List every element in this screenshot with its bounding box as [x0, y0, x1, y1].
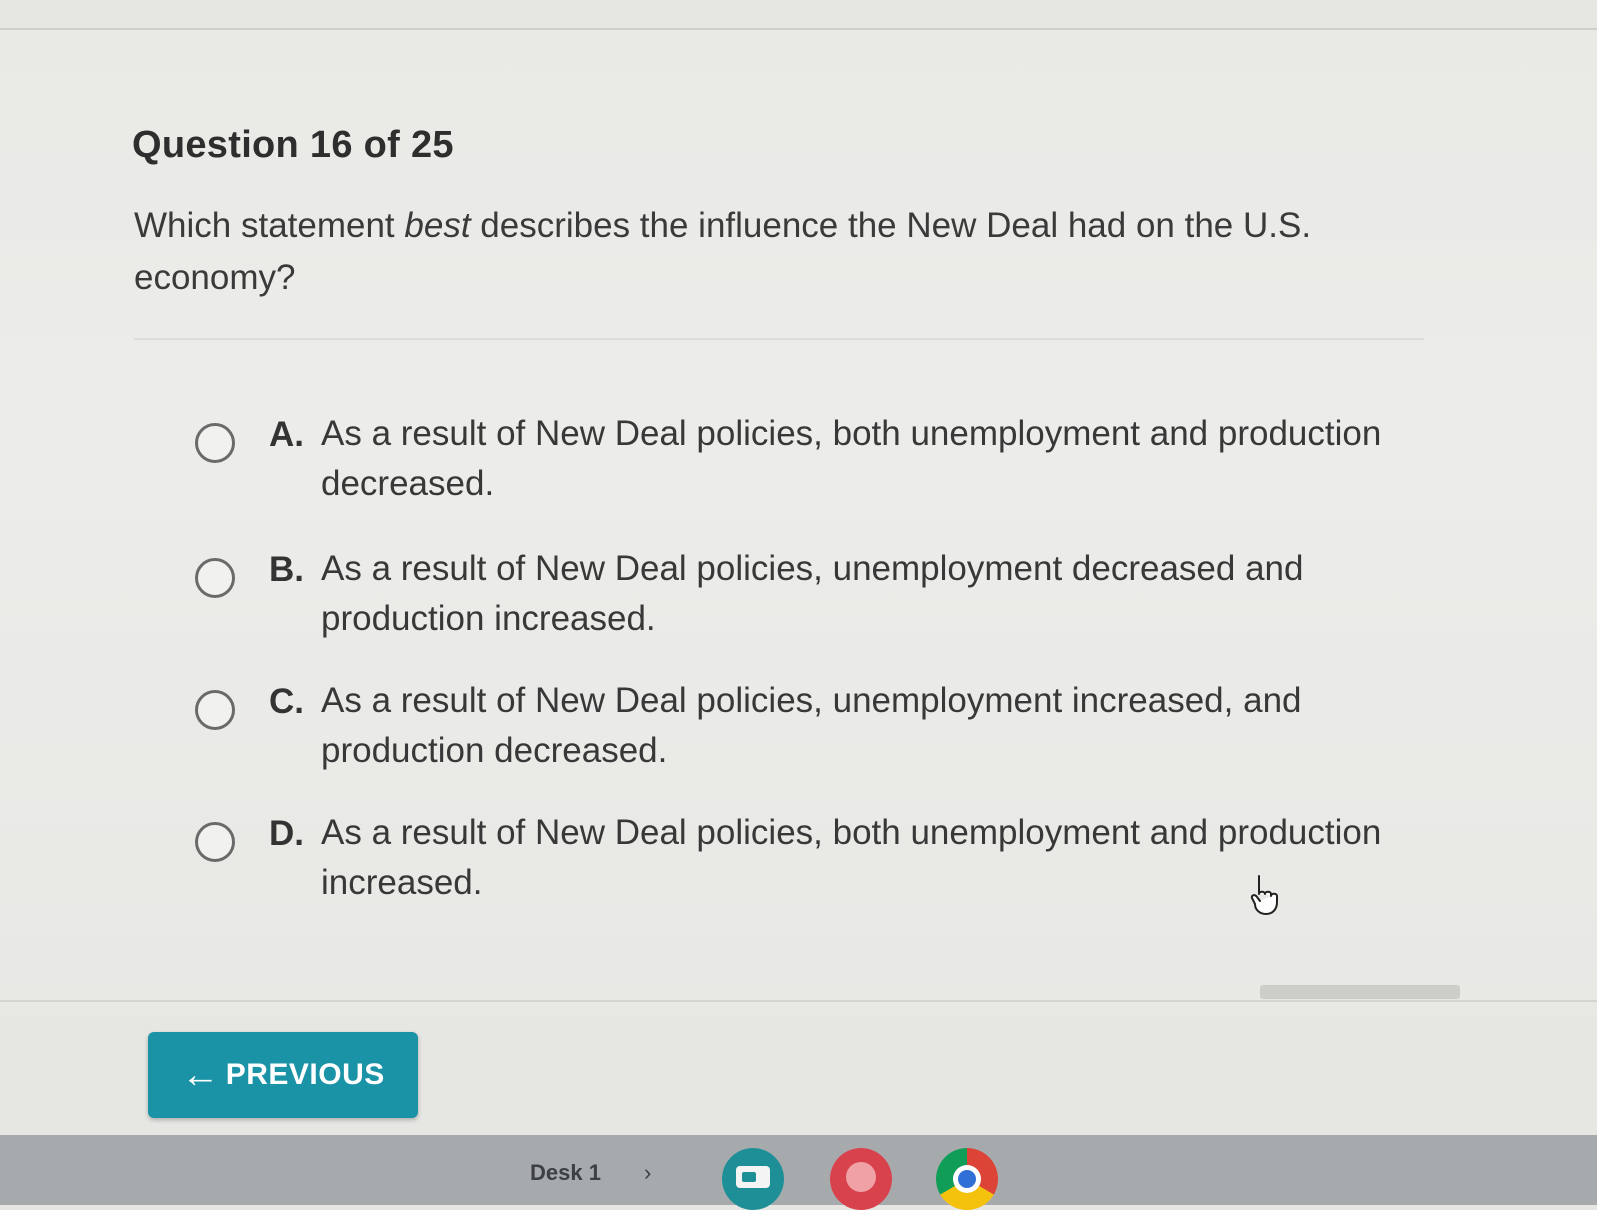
progress-indicator: [1260, 985, 1460, 999]
classroom-app-glyph: [736, 1166, 770, 1188]
prompt-emphasis: best: [404, 206, 471, 245]
question-prompt: Which statement best describes the influ…: [134, 200, 1414, 304]
chevron-right-icon[interactable]: ›: [644, 1160, 651, 1186]
radio-button-c[interactable]: [195, 690, 235, 730]
footer-divider: [0, 1000, 1597, 1002]
desk-switcher-label[interactable]: Desk 1: [530, 1160, 601, 1186]
os-shelf: [0, 1135, 1597, 1205]
choice-letter: A.: [269, 415, 304, 454]
choice-letter: D.: [269, 814, 304, 853]
paint-app-glyph: [846, 1162, 876, 1192]
choice-text: As a result of New Deal policies, unempl…: [321, 549, 1304, 638]
choice-c[interactable]: C. As a result of New Deal policies, une…: [195, 672, 1445, 782]
hand-pointer-cursor-icon: [1250, 875, 1278, 915]
paint-app-icon[interactable]: [830, 1148, 892, 1210]
choice-letter: B.: [269, 550, 304, 589]
chrome-icon[interactable]: [936, 1148, 998, 1210]
radio-button-d[interactable]: [195, 822, 235, 862]
choice-text: As a result of New Deal policies, both u…: [321, 414, 1382, 503]
chrome-glyph: [953, 1165, 981, 1193]
prompt-text-start: Which statement: [134, 206, 405, 245]
previous-button[interactable]: ← PREVIOUS: [148, 1032, 418, 1118]
arrow-left-icon: ←: [181, 1054, 220, 1096]
choice-text: As a result of New Deal policies, unempl…: [321, 681, 1302, 770]
question-counter: Question 16 of 25: [132, 124, 454, 166]
radio-button-a[interactable]: [195, 423, 235, 463]
previous-button-label: PREVIOUS: [225, 1058, 385, 1091]
choice-b[interactable]: B. As a result of New Deal policies, une…: [195, 540, 1445, 650]
classroom-app-icon[interactable]: [722, 1148, 784, 1210]
choice-letter: C.: [269, 682, 304, 721]
choice-a[interactable]: A. As a result of New Deal policies, bot…: [195, 405, 1445, 515]
radio-button-b[interactable]: [195, 558, 235, 598]
prompt-divider: [134, 338, 1424, 340]
